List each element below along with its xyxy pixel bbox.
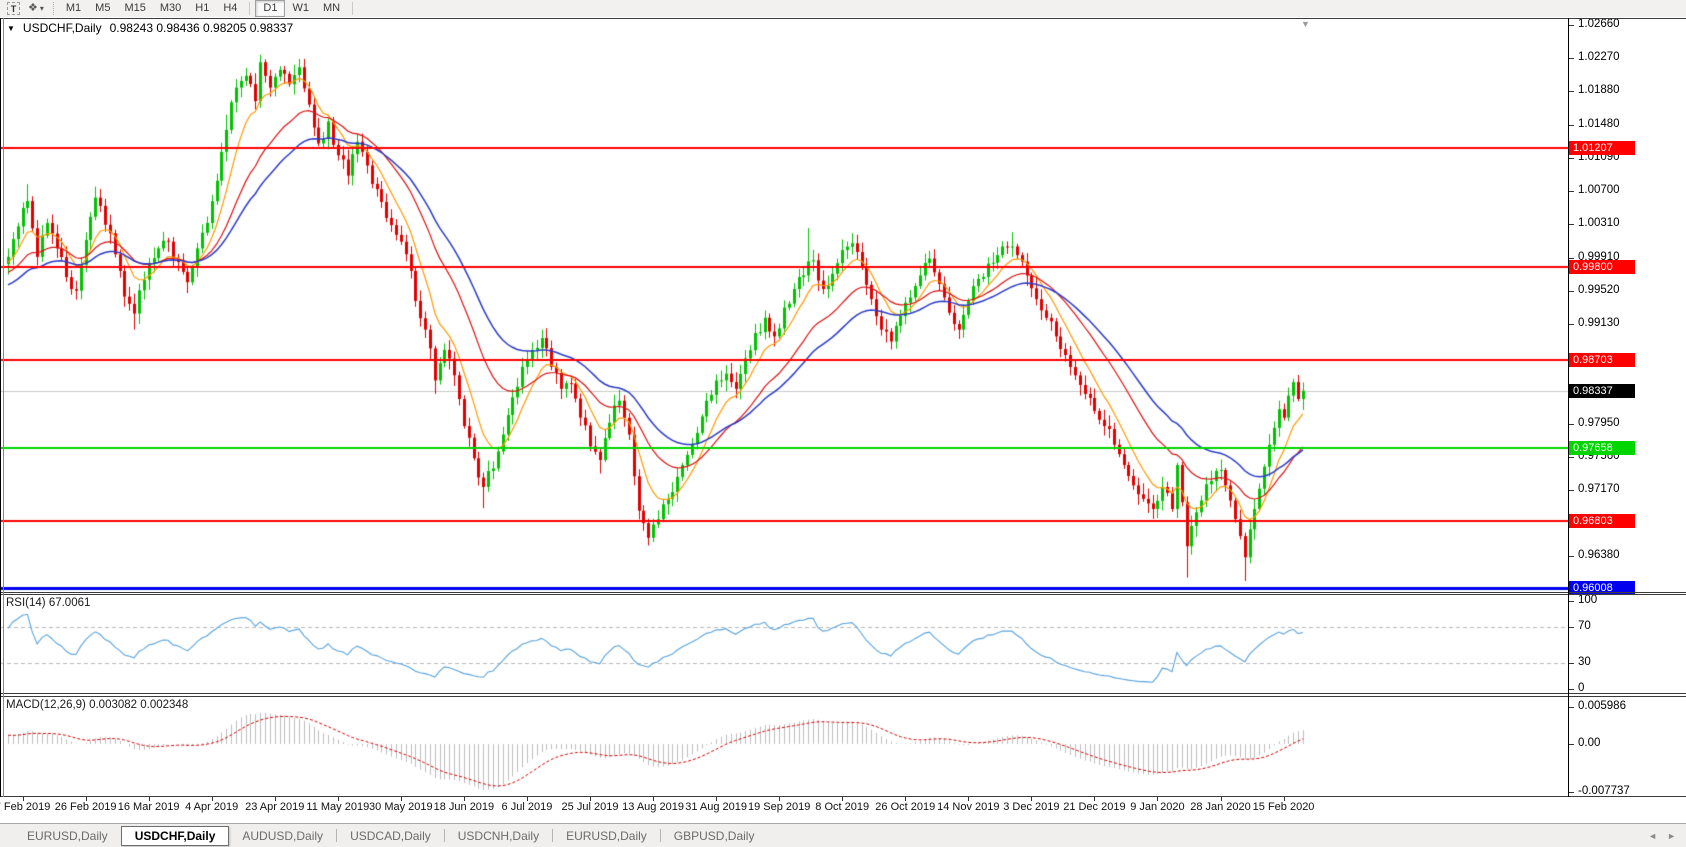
price-axis-line <box>1568 18 1569 797</box>
date-label: 18 Jun 2019 <box>433 801 495 813</box>
text-tool-button[interactable]: T <box>3 1 24 16</box>
price-tick-label: 1.02660 <box>1578 18 1620 30</box>
chart-tab-bar: EURUSD,Daily USDCHF,Daily AUDUSD,Daily USDC… <box>0 823 1686 847</box>
panel-border <box>0 696 1686 697</box>
timeframe-button-h4[interactable]: H4 <box>216 1 244 16</box>
rsi-tick-label: 100 <box>1578 594 1598 606</box>
timeframe-button-h1[interactable]: H1 <box>188 1 216 16</box>
window-left-border <box>0 18 1 797</box>
timeframe-buttons: M1 M5 M15 M30 H1 H4 D1 W1 MN <box>59 0 358 17</box>
panel-border <box>0 796 1686 797</box>
date-label: 11 May 2019 <box>306 801 370 813</box>
timeframe-button-m30[interactable]: M30 <box>153 1 188 16</box>
panel-grip-line <box>3 18 4 797</box>
text-tool-icon: T <box>7 2 20 15</box>
level-price-label: 1.01207 <box>1569 140 1635 155</box>
tab-scroll-right-icon[interactable]: ► <box>1667 831 1676 841</box>
panel-border <box>0 594 1686 595</box>
timeframe-button-mn[interactable]: MN <box>316 1 347 16</box>
panel-border[interactable] <box>0 592 1686 593</box>
date-label: 3 Dec 2019 <box>1003 801 1060 813</box>
rsi-canvas[interactable] <box>0 595 1568 693</box>
tab-eurusd-daily[interactable]: EURUSD,Daily <box>553 827 660 845</box>
date-label: 6 Jul 2019 <box>501 801 553 813</box>
top-toolbar: T ❖ ▾ M1 M5 M15 M30 H1 H4 D1 W1 MN <box>0 0 1686 17</box>
price-tick-label: 1.02270 <box>1578 51 1620 63</box>
level-price-label: 0.99800 <box>1569 260 1635 274</box>
current-price-label: 0.98337 <box>1569 383 1635 398</box>
ohlc-values: 0.98243 0.98436 0.98205 0.98337 <box>109 21 294 35</box>
tab-audusd-daily[interactable]: AUDUSD,Daily <box>229 827 336 845</box>
macd-indicator-label: MACD(12,26,9) 0.003082 0.002348 <box>6 699 189 711</box>
toolbar-separator <box>352 2 354 15</box>
rsi-tick-label: 30 <box>1578 655 1591 668</box>
date-label: 28 Jan 2020 <box>1190 801 1251 813</box>
macd-tick-label: -0.007737 <box>1578 784 1630 797</box>
level-price-label: 0.96803 <box>1569 513 1635 528</box>
price-tick-label: 0.97170 <box>1578 482 1620 495</box>
date-label: 8 Oct 2019 <box>815 801 870 813</box>
timeframe-button-m5[interactable]: M5 <box>88 1 117 16</box>
date-label: 31 Aug 2019 <box>685 801 747 813</box>
chevron-down-icon: ▾ <box>39 4 44 13</box>
date-label: 16 Mar 2019 <box>117 801 180 813</box>
chart-title: ▼ USDCHF,Daily 0.98243 0.98436 0.98205 0… <box>7 21 293 35</box>
tab-gbpusd-daily[interactable]: GBPUSD,Daily <box>661 827 768 845</box>
level-price-label: 0.97658 <box>1569 441 1635 456</box>
cursor-mode-button[interactable]: ❖ ▾ <box>24 1 48 16</box>
price-tick-label: 0.96380 <box>1578 549 1620 562</box>
macd-canvas[interactable] <box>0 697 1568 796</box>
rsi-indicator-label: RSI(14) 67.0061 <box>6 597 91 609</box>
date-label: 26 Feb 2019 <box>54 801 117 813</box>
symbol-label: USDCHF,Daily <box>22 21 102 35</box>
price-tick-label: 1.00310 <box>1578 216 1620 229</box>
tab-usdchf-daily[interactable]: USDCHF,Daily <box>120 825 230 846</box>
date-label: 15 Feb 2020 <box>1252 801 1315 813</box>
price-tick-label: 0.99520 <box>1578 283 1620 296</box>
arrows-icon: ❖ <box>28 2 38 14</box>
date-label: 13 Aug 2019 <box>622 801 684 813</box>
date-label: 19 Sep 2019 <box>747 801 811 813</box>
panel-border[interactable] <box>0 693 1686 694</box>
date-label: 14 Nov 2019 <box>937 801 1000 813</box>
price-tick-label: 1.01880 <box>1578 84 1620 96</box>
date-label: 30 May 2019 <box>369 801 433 813</box>
main-chart-canvas[interactable] <box>0 19 1568 592</box>
tab-usdcnh-daily[interactable]: USDCNH,Daily <box>445 827 552 845</box>
date-label: 4 Apr 2019 <box>185 801 239 813</box>
panel-border <box>0 18 1686 19</box>
tab-eurusd-daily[interactable]: EURUSD,Daily <box>14 827 121 845</box>
date-label: 21 Dec 2019 <box>1063 801 1126 813</box>
date-label: 26 Oct 2019 <box>875 801 936 813</box>
price-tick-label: 0.99130 <box>1578 316 1620 329</box>
mt4-window: T ❖ ▾ M1 M5 M15 M30 H1 H4 D1 W1 MN ▼ USDCHF,Dail… <box>0 0 1686 847</box>
price-tick-label: 1.00700 <box>1578 183 1620 196</box>
toolbar-separator <box>249 2 251 15</box>
date-label: 23 Apr 2019 <box>245 801 305 813</box>
date-label: 25 Jul 2019 <box>561 801 619 813</box>
timeframe-button-m1[interactable]: M1 <box>59 1 88 16</box>
tab-usdcad-daily[interactable]: USDCAD,Daily <box>337 827 444 845</box>
level-price-label: 0.98703 <box>1569 352 1635 367</box>
price-tick-label: 0.97950 <box>1578 416 1620 429</box>
rsi-tick-label: 70 <box>1578 620 1591 633</box>
date-label: 9 Jan 2020 <box>1130 801 1185 813</box>
tab-scroll-arrows: ◄ ► <box>1648 831 1676 841</box>
macd-tick-label: 0.00 <box>1578 737 1601 749</box>
price-tick-label: 1.01480 <box>1578 117 1620 130</box>
timeframe-button-w1[interactable]: W1 <box>285 1 316 16</box>
timeframe-button-d1[interactable]: D1 <box>255 0 286 17</box>
shift-end-marker-icon[interactable]: ▼ <box>1301 19 1310 29</box>
macd-tick-label: 0.005986 <box>1578 700 1626 712</box>
toolbar-grip <box>52 2 54 15</box>
timeframe-button-m15[interactable]: M15 <box>117 1 152 16</box>
tab-scroll-left-icon[interactable]: ◄ <box>1648 831 1657 841</box>
collapse-triangle-icon[interactable]: ▼ <box>7 24 15 33</box>
date-label: 7 Feb 2019 <box>0 801 51 813</box>
